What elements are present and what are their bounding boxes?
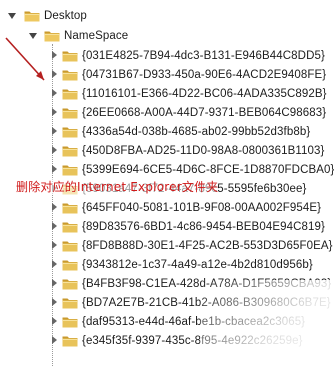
tree-node-label: {11016101-E366-4D22-BC06-4ADA335C892B}: [82, 88, 327, 100]
tree-node-label: {BD7A2E7B-21CB-41b2-A086-B309680C6B7E}: [82, 297, 331, 309]
folder-icon: [62, 222, 78, 233]
collapsed-triangle-icon[interactable]: [52, 260, 57, 268]
tree-node-label: {9343812e-1c37-4a49-a12e-4b2d810d956b}: [82, 259, 313, 271]
tree-node-label: {e345f35f-9397-435c-8f95-4e922c26259e}: [82, 335, 303, 347]
folder-icon: [62, 336, 78, 347]
collapsed-triangle-icon[interactable]: [52, 51, 57, 59]
collapsed-triangle-icon[interactable]: [52, 203, 57, 211]
collapsed-triangle-icon[interactable]: [52, 222, 57, 230]
folder-icon: [62, 317, 78, 328]
folder-icon: [62, 108, 78, 119]
collapsed-triangle-icon[interactable]: [52, 241, 57, 249]
folder-icon: [62, 70, 78, 81]
expanded-triangle-icon[interactable]: [29, 33, 37, 39]
collapsed-triangle-icon[interactable]: [52, 146, 57, 154]
folder-icon: [62, 127, 78, 138]
collapsed-triangle-icon[interactable]: [52, 127, 57, 135]
folder-icon: [62, 89, 78, 100]
registry-tree: Desktop NameSpace {031E4825-7B94-4dc3-B1…: [0, 0, 334, 366]
folder-icon: [44, 31, 60, 42]
collapsed-triangle-icon[interactable]: [52, 89, 57, 97]
tree-node-label: {450D8FBA-AD25-11D0-98A8-0800361B1103}: [82, 145, 325, 157]
folder-icon: [62, 260, 78, 271]
tree-node-label: {4336a54d-038b-4685-ab02-99bb52d3fb8b}: [82, 126, 311, 138]
collapsed-triangle-icon[interactable]: [52, 298, 57, 306]
tree-node-label: {5399E694-6CE5-4D6C-8FCE-1D8870FDCBA0}: [82, 164, 334, 176]
tree-node-label: {26EE0668-A00A-44D7-9371-BEB064C98683}: [82, 107, 327, 119]
folder-icon: [62, 51, 78, 62]
tree-node-label: {89D83576-6BD1-4c86-9454-BEB04E94C819}: [82, 221, 325, 233]
folder-icon: [62, 241, 78, 252]
collapsed-triangle-icon[interactable]: [52, 336, 57, 344]
collapsed-triangle-icon[interactable]: [52, 165, 57, 173]
tree-node-label: {645FF040-5081-101B-9F08-00AA002F954E}: [82, 202, 322, 214]
tree-node-label: {031E4825-7B94-4dc3-B131-E946B44C8DD5}: [82, 50, 325, 62]
folder-icon: [62, 279, 78, 290]
collapsed-triangle-icon[interactable]: [52, 317, 57, 325]
expanded-triangle-icon[interactable]: [8, 13, 16, 19]
tree-node-label: {04731B67-D933-450a-90E6-4ACD2E9408FE}: [82, 69, 327, 81]
annotation-label: 删除对应的Internet Explorer文件夹: [16, 178, 219, 195]
folder-icon: [24, 11, 40, 22]
tree-node-label: Desktop: [44, 10, 87, 22]
tree-node-label: {B4FB3F98-C1EA-428d-A78A-D1F5659CBA93}: [82, 278, 332, 290]
tree-node-label: NameSpace: [64, 30, 129, 42]
folder-icon: [62, 298, 78, 309]
collapsed-triangle-icon[interactable]: [52, 70, 57, 78]
collapsed-triangle-icon[interactable]: [52, 108, 57, 116]
tree-node-label: {8FD8B88D-30E1-4F25-AC2B-553D3D65F0EA}: [82, 240, 333, 252]
folder-icon: [62, 165, 78, 176]
collapsed-triangle-icon[interactable]: [52, 279, 57, 287]
folder-icon: [62, 146, 78, 157]
tree-node-label: {daf95313-e44d-46af-be1b-cbacea2c3065}: [82, 316, 306, 328]
arrowhead-icon: [36, 71, 44, 80]
folder-icon: [62, 203, 78, 214]
